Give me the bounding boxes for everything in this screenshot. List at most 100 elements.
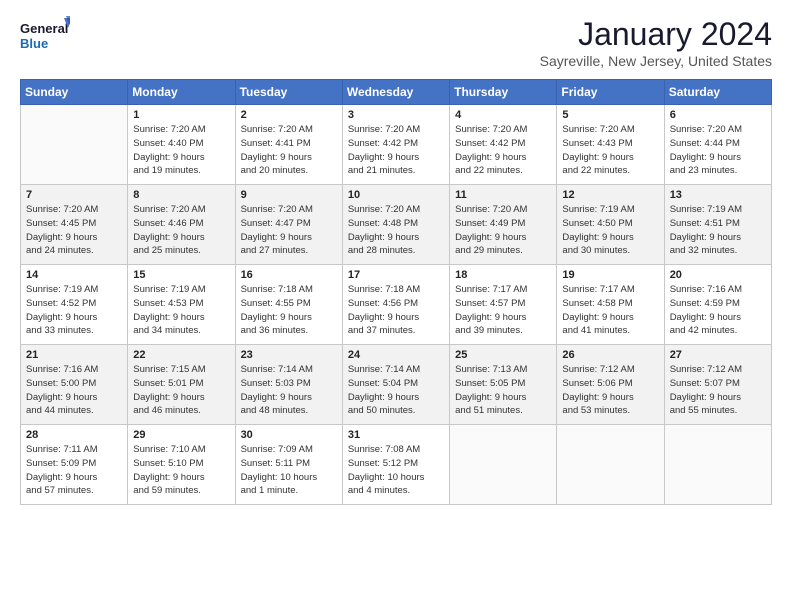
calendar-cell: 16 Sunrise: 7:18 AMSunset: 4:55 PMDayligh… [235, 265, 342, 345]
day-number: 1 [133, 109, 229, 121]
calendar-cell: 24Sunrise: 7:14 AMSunset: 5:04 PMDayligh… [342, 345, 449, 425]
day-number: 26 [562, 349, 658, 361]
day-detail: Sunrise: 7:16 AMSunset: 4:59 PMDaylight:… [670, 283, 766, 338]
day-detail: Sunrise: 7:18 AMSunset: 4:55 PMDaylight:… [241, 283, 337, 338]
day-detail: Sunrise: 7:17 AMSunset: 4:58 PMDaylight:… [562, 283, 658, 338]
calendar-cell: 15 Sunrise: 7:19 AMSunset: 4:53 PMDayligh… [128, 265, 235, 345]
calendar-cell: 26 Sunrise: 7:12 AMSunset: 5:06 PMDayligh… [557, 345, 664, 425]
day-detail: Sunrise: 7:15 AMSunset: 5:01 PMDaylight:… [133, 363, 229, 418]
day-number: 29 [133, 429, 229, 441]
calendar-cell: 6 Sunrise: 7:20 AMSunset: 4:44 PMDaylight… [664, 105, 771, 185]
title-block: January 2024 Sayreville, New Jersey, Uni… [540, 16, 772, 69]
day-number: 28 [26, 429, 122, 441]
page-header: General Blue January 2024 Sayreville, Ne… [20, 16, 772, 69]
calendar-cell: 19 Sunrise: 7:17 AMSunset: 4:58 PMDayligh… [557, 265, 664, 345]
col-tuesday: Tuesday [235, 80, 342, 105]
day-detail: Sunrise: 7:20 AMSunset: 4:46 PMDaylight:… [133, 203, 229, 258]
day-detail: Sunrise: 7:20 AMSunset: 4:45 PMDaylight:… [26, 203, 122, 258]
calendar-cell: 29 Sunrise: 7:10 AMSunset: 5:10 PMDayligh… [128, 425, 235, 505]
col-wednesday: Wednesday [342, 80, 449, 105]
day-number: 5 [562, 109, 658, 121]
calendar-cell: 5 Sunrise: 7:20 AMSunset: 4:43 PMDaylight… [557, 105, 664, 185]
col-thursday: Thursday [450, 80, 557, 105]
calendar-cell: 18 Sunrise: 7:17 AMSunset: 4:57 PMDayligh… [450, 265, 557, 345]
day-detail: Sunrise: 7:20 AMSunset: 4:42 PMDaylight:… [455, 123, 551, 178]
day-number: 19 [562, 269, 658, 281]
calendar-cell: 17 Sunrise: 7:18 AMSunset: 4:56 PMDayligh… [342, 265, 449, 345]
day-number: 10 [348, 189, 444, 201]
calendar-cell: 10Sunrise: 7:20 AMSunset: 4:48 PMDayligh… [342, 185, 449, 265]
calendar-cell: 1 Sunrise: 7:20 AMSunset: 4:40 PMDaylight… [128, 105, 235, 185]
day-number: 12 [562, 189, 658, 201]
day-detail: Sunrise: 7:12 AMSunset: 5:06 PMDaylight:… [562, 363, 658, 418]
col-monday: Monday [128, 80, 235, 105]
day-number: 15 [133, 269, 229, 281]
day-number: 18 [455, 269, 551, 281]
logo-svg: General Blue [20, 16, 70, 56]
calendar-week-row: 14 Sunrise: 7:19 AMSunset: 4:52 PMDayligh… [21, 265, 772, 345]
calendar-cell [664, 425, 771, 505]
day-detail: Sunrise: 7:20 AMSunset: 4:49 PMDaylight:… [455, 203, 551, 258]
logo: General Blue [20, 16, 70, 56]
day-number: 4 [455, 109, 551, 121]
day-detail: Sunrise: 7:19 AMSunset: 4:51 PMDaylight:… [670, 203, 766, 258]
calendar-cell: 23 Sunrise: 7:14 AMSunset: 5:03 PMDayligh… [235, 345, 342, 425]
day-number: 23 [241, 349, 337, 361]
day-detail: Sunrise: 7:10 AMSunset: 5:10 PMDaylight:… [133, 443, 229, 498]
day-number: 22 [133, 349, 229, 361]
calendar-cell: 8Sunrise: 7:20 AMSunset: 4:46 PMDaylight… [128, 185, 235, 265]
day-detail: Sunrise: 7:14 AMSunset: 5:03 PMDaylight:… [241, 363, 337, 418]
calendar-week-row: 28Sunrise: 7:11 AMSunset: 5:09 PMDayligh… [21, 425, 772, 505]
day-detail: Sunrise: 7:20 AMSunset: 4:43 PMDaylight:… [562, 123, 658, 178]
day-detail: Sunrise: 7:17 AMSunset: 4:57 PMDaylight:… [455, 283, 551, 338]
calendar-week-row: 21 Sunrise: 7:16 AMSunset: 5:00 PMDayligh… [21, 345, 772, 425]
day-number: 14 [26, 269, 122, 281]
calendar-cell: 2Sunrise: 7:20 AMSunset: 4:41 PMDaylight… [235, 105, 342, 185]
day-detail: Sunrise: 7:18 AMSunset: 4:56 PMDaylight:… [348, 283, 444, 338]
calendar-header-row: Sunday Monday Tuesday Wednesday Thursday… [21, 80, 772, 105]
day-number: 2 [241, 109, 337, 121]
day-detail: Sunrise: 7:16 AMSunset: 5:00 PMDaylight:… [26, 363, 122, 418]
col-saturday: Saturday [664, 80, 771, 105]
day-detail: Sunrise: 7:19 AMSunset: 4:52 PMDaylight:… [26, 283, 122, 338]
calendar-cell: 3 Sunrise: 7:20 AMSunset: 4:42 PMDaylight… [342, 105, 449, 185]
day-number: 6 [670, 109, 766, 121]
calendar-cell: 7Sunrise: 7:20 AMSunset: 4:45 PMDaylight… [21, 185, 128, 265]
calendar-cell: 28Sunrise: 7:11 AMSunset: 5:09 PMDayligh… [21, 425, 128, 505]
day-number: 30 [241, 429, 337, 441]
calendar-cell [450, 425, 557, 505]
col-friday: Friday [557, 80, 664, 105]
calendar-week-row: 1 Sunrise: 7:20 AMSunset: 4:40 PMDaylight… [21, 105, 772, 185]
day-number: 13 [670, 189, 766, 201]
day-detail: Sunrise: 7:19 AMSunset: 4:50 PMDaylight:… [562, 203, 658, 258]
day-detail: Sunrise: 7:19 AMSunset: 4:53 PMDaylight:… [133, 283, 229, 338]
calendar-cell: 25Sunrise: 7:13 AMSunset: 5:05 PMDayligh… [450, 345, 557, 425]
calendar-cell: 20 Sunrise: 7:16 AMSunset: 4:59 PMDayligh… [664, 265, 771, 345]
day-number: 3 [348, 109, 444, 121]
day-detail: Sunrise: 7:08 AMSunset: 5:12 PMDaylight:… [348, 443, 444, 498]
calendar-cell: 31Sunrise: 7:08 AMSunset: 5:12 PMDayligh… [342, 425, 449, 505]
calendar-cell: 11Sunrise: 7:20 AMSunset: 4:49 PMDayligh… [450, 185, 557, 265]
svg-text:Blue: Blue [20, 36, 48, 51]
day-number: 27 [670, 349, 766, 361]
day-detail: Sunrise: 7:13 AMSunset: 5:05 PMDaylight:… [455, 363, 551, 418]
day-detail: Sunrise: 7:20 AMSunset: 4:44 PMDaylight:… [670, 123, 766, 178]
calendar-table: Sunday Monday Tuesday Wednesday Thursday… [20, 79, 772, 505]
day-detail: Sunrise: 7:20 AMSunset: 4:42 PMDaylight:… [348, 123, 444, 178]
day-number: 20 [670, 269, 766, 281]
calendar-cell: 14 Sunrise: 7:19 AMSunset: 4:52 PMDayligh… [21, 265, 128, 345]
calendar-week-row: 7Sunrise: 7:20 AMSunset: 4:45 PMDaylight… [21, 185, 772, 265]
day-number: 21 [26, 349, 122, 361]
svg-text:General: General [20, 21, 68, 36]
calendar-cell: 4 Sunrise: 7:20 AMSunset: 4:42 PMDaylight… [450, 105, 557, 185]
day-detail: Sunrise: 7:12 AMSunset: 5:07 PMDaylight:… [670, 363, 766, 418]
day-detail: Sunrise: 7:09 AMSunset: 5:11 PMDaylight:… [241, 443, 337, 498]
day-number: 17 [348, 269, 444, 281]
calendar-cell [21, 105, 128, 185]
day-detail: Sunrise: 7:20 AMSunset: 4:40 PMDaylight:… [133, 123, 229, 178]
calendar-cell: 21 Sunrise: 7:16 AMSunset: 5:00 PMDayligh… [21, 345, 128, 425]
calendar-cell: 30 Sunrise: 7:09 AMSunset: 5:11 PMDayligh… [235, 425, 342, 505]
calendar-cell: 27 Sunrise: 7:12 AMSunset: 5:07 PMDayligh… [664, 345, 771, 425]
calendar-cell: 22 Sunrise: 7:15 AMSunset: 5:01 PMDayligh… [128, 345, 235, 425]
day-number: 16 [241, 269, 337, 281]
